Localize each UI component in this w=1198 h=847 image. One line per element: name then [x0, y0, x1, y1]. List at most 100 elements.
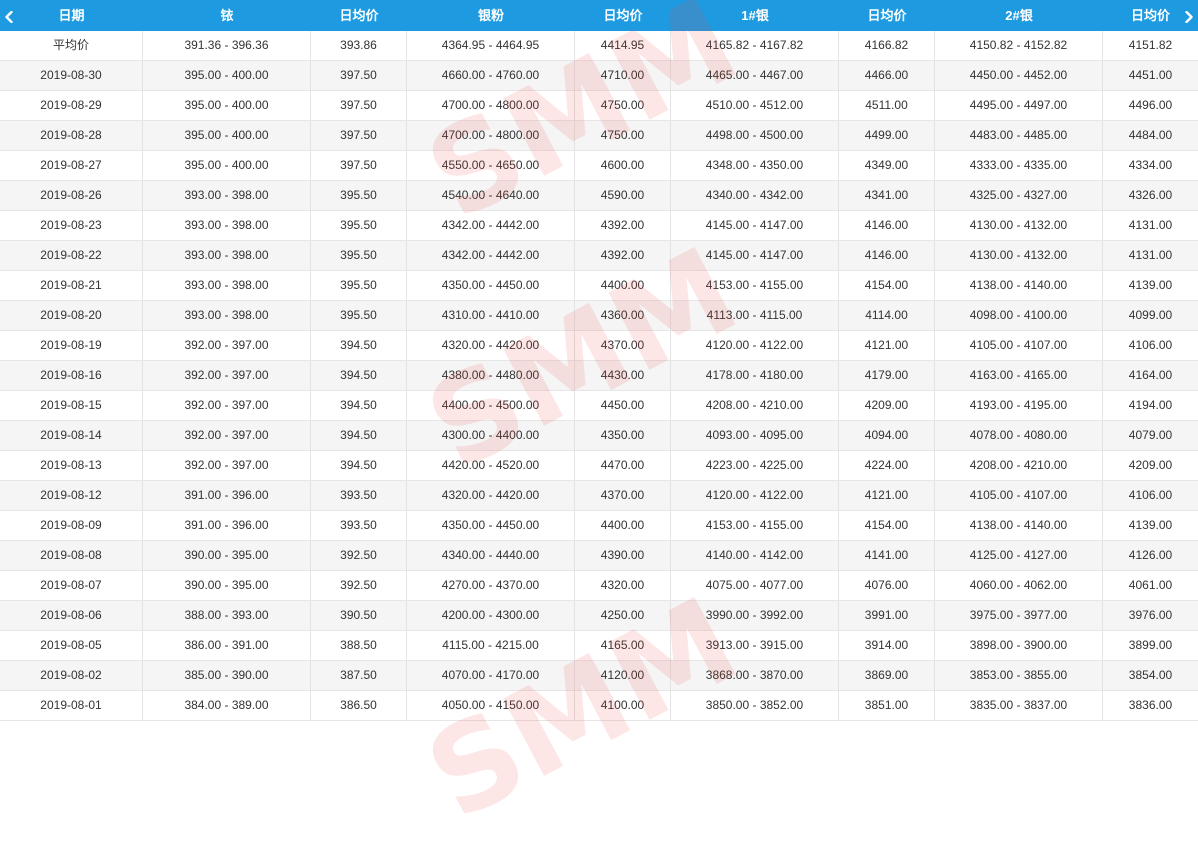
cell-date: 2019-08-15: [0, 391, 143, 420]
cell-ir-avg: 397.50: [311, 91, 407, 120]
table-row: 2019-08-19 392.00 - 397.00 394.50 4320.00 -…: [0, 331, 1198, 361]
cell-date: 平均价: [0, 31, 143, 60]
cell-silver-powder: 4350.00 - 4450.00: [407, 511, 575, 540]
cell-ir: 393.00 - 398.00: [143, 181, 311, 210]
cell-silver-1-avg: 4141.00: [839, 541, 935, 570]
cell-silver-1: 4178.00 - 4180.00: [671, 361, 839, 390]
column-header-date: 日期: [58, 8, 85, 23]
cell-ir: 393.00 - 398.00: [143, 211, 311, 240]
table-row: 2019-08-05 386.00 - 391.00 388.50 4115.00 -…: [0, 631, 1198, 661]
cell-silver-1-avg: 4499.00: [839, 121, 935, 150]
cell-date: 2019-08-08: [0, 541, 143, 570]
cell-silver-2-avg: 4106.00: [1128, 338, 1173, 352]
cell-silver-powder-avg: 4400.00: [575, 511, 671, 540]
cell-ir: 395.00 - 400.00: [143, 151, 311, 180]
cell-silver-2-avg: 3899.00: [1128, 638, 1173, 652]
cell-silver-2-avg: 4106.00: [1128, 488, 1173, 502]
cell-silver-1: 4093.00 - 4095.00: [671, 421, 839, 450]
table-row: 2019-08-06 388.00 - 393.00 390.50 4200.00 -…: [0, 601, 1198, 631]
cell-date: 2019-08-07: [0, 571, 143, 600]
cell-silver-powder: 4270.00 - 4370.00: [407, 571, 575, 600]
cell-silver-1-avg: 4121.00: [839, 481, 935, 510]
cell-ir: 392.00 - 397.00: [143, 421, 311, 450]
cell-silver-powder: 4700.00 - 4800.00: [407, 91, 575, 120]
cell-date: 2019-08-12: [0, 481, 143, 510]
cell-date: 2019-08-02: [0, 661, 143, 690]
table-row: 2019-08-09 391.00 - 396.00 393.50 4350.00 -…: [0, 511, 1198, 541]
cell-ir-avg: 390.50: [311, 601, 407, 630]
cell-silver-1: 4140.00 - 4142.00: [671, 541, 839, 570]
cell-silver-powder-avg: 4600.00: [575, 151, 671, 180]
cell-silver-powder: 4050.00 - 4150.00: [407, 691, 575, 720]
cell-date: 2019-08-29: [0, 91, 143, 120]
cell-ir: 393.00 - 398.00: [143, 271, 311, 300]
cell-silver-1-avg: 4209.00: [839, 391, 935, 420]
cell-silver-powder-avg: 4100.00: [575, 691, 671, 720]
cell-silver-1: 4465.00 - 4467.00: [671, 61, 839, 90]
cell-ir-avg: 394.50: [311, 331, 407, 360]
cell-silver-powder: 4340.00 - 4440.00: [407, 541, 575, 570]
cell-date: 2019-08-01: [0, 691, 143, 720]
cell-ir-avg: 397.50: [311, 61, 407, 90]
cell-silver-powder-avg: 4710.00: [575, 61, 671, 90]
table-row: 2019-08-26 393.00 - 398.00 395.50 4540.00 -…: [0, 181, 1198, 211]
cell-silver-2-avg: 3836.00: [1128, 698, 1173, 712]
cell-silver-2: 4105.00 - 4107.00: [935, 481, 1103, 510]
cell-silver-powder: 4700.00 - 4800.00: [407, 121, 575, 150]
cell-silver-2: 4078.00 - 4080.00: [935, 421, 1103, 450]
cell-silver-2-avg: 4131.00: [1128, 218, 1173, 232]
cell-ir-avg: 395.50: [311, 271, 407, 300]
cell-silver-1-avg: 4154.00: [839, 511, 935, 540]
cell-ir: 393.00 - 398.00: [143, 301, 311, 330]
column-header-ir: 铱: [220, 8, 234, 23]
cell-silver-2: 3898.00 - 3900.00: [935, 631, 1103, 660]
cell-ir-avg: 393.86: [311, 31, 407, 60]
table-row: 2019-08-12 391.00 - 396.00 393.50 4320.00 -…: [0, 481, 1198, 511]
cell-silver-1: 3913.00 - 3915.00: [671, 631, 839, 660]
cell-silver-powder-avg: 4250.00: [575, 601, 671, 630]
cell-silver-1: 4510.00 - 4512.00: [671, 91, 839, 120]
cell-silver-powder: 4540.00 - 4640.00: [407, 181, 575, 210]
cell-ir-avg: 397.50: [311, 121, 407, 150]
cell-silver-2: 4163.00 - 4165.00: [935, 361, 1103, 390]
cell-ir: 395.00 - 400.00: [143, 121, 311, 150]
cell-silver-powder: 4342.00 - 4442.00: [407, 211, 575, 240]
cell-silver-powder-avg: 4414.95: [575, 31, 671, 60]
cell-silver-powder: 4550.00 - 4650.00: [407, 151, 575, 180]
column-header-silver-1-avg: 日均价: [867, 8, 907, 23]
table-row: 2019-08-28 395.00 - 400.00 397.50 4700.00 -…: [0, 121, 1198, 151]
cell-silver-2: 4150.82 - 4152.82: [935, 31, 1103, 60]
cell-ir-avg: 394.50: [311, 421, 407, 450]
table-row: 2019-08-20 393.00 - 398.00 395.50 4310.00 -…: [0, 301, 1198, 331]
cell-silver-1-avg: 4076.00: [839, 571, 935, 600]
cell-ir-avg: 388.50: [311, 631, 407, 660]
cell-ir-avg: 394.50: [311, 451, 407, 480]
cell-ir: 385.00 - 390.00: [143, 661, 311, 690]
cell-silver-2: 4193.00 - 4195.00: [935, 391, 1103, 420]
cell-silver-2-avg: 4326.00: [1128, 188, 1173, 202]
cell-silver-powder: 4400.00 - 4500.00: [407, 391, 575, 420]
cell-silver-1-avg: 4179.00: [839, 361, 935, 390]
cell-date: 2019-08-13: [0, 451, 143, 480]
table-row: 2019-08-27 395.00 - 400.00 397.50 4550.00 -…: [0, 151, 1198, 181]
cell-silver-powder-avg: 4750.00: [575, 91, 671, 120]
cell-ir: 390.00 - 395.00: [143, 541, 311, 570]
cell-date: 2019-08-30: [0, 61, 143, 90]
table-row: 2019-08-13 392.00 - 397.00 394.50 4420.00 -…: [0, 451, 1198, 481]
cell-silver-1: 4120.00 - 4122.00: [671, 331, 839, 360]
cell-date: 2019-08-20: [0, 301, 143, 330]
cell-ir-avg: 392.50: [311, 571, 407, 600]
cell-silver-1-avg: 4341.00: [839, 181, 935, 210]
cell-ir: 390.00 - 395.00: [143, 571, 311, 600]
cell-silver-2: 4130.00 - 4132.00: [935, 241, 1103, 270]
cell-silver-2: 3975.00 - 3977.00: [935, 601, 1103, 630]
cell-ir-avg: 393.50: [311, 511, 407, 540]
cell-date: 2019-08-16: [0, 361, 143, 390]
cell-silver-1-avg: 3869.00: [839, 661, 935, 690]
cell-silver-powder-avg: 4750.00: [575, 121, 671, 150]
cell-silver-powder-avg: 4430.00: [575, 361, 671, 390]
cell-silver-powder-avg: 4370.00: [575, 331, 671, 360]
cell-silver-1: 4153.00 - 4155.00: [671, 511, 839, 540]
cell-silver-powder: 4200.00 - 4300.00: [407, 601, 575, 630]
cell-silver-1: 4075.00 - 4077.00: [671, 571, 839, 600]
